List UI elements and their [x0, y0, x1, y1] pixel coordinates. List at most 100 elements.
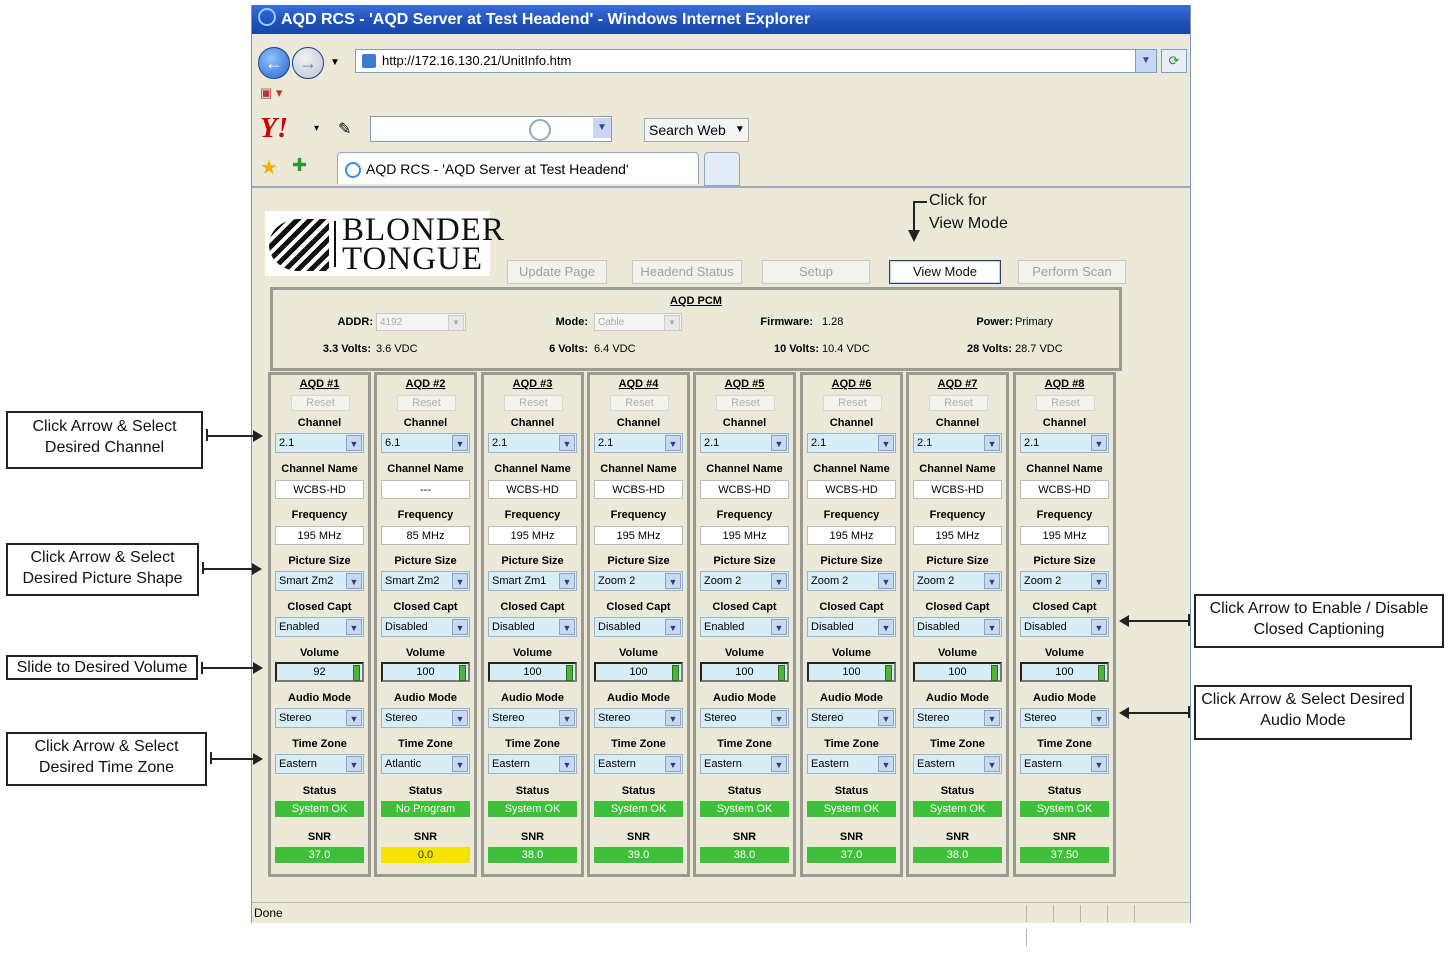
- volume-slider-handle[interactable]: [566, 665, 573, 681]
- time-zone-select[interactable]: Eastern ▼: [275, 754, 364, 774]
- reset-button[interactable]: Reset: [397, 395, 456, 411]
- channel-select[interactable]: 2.1 ▼: [488, 433, 577, 453]
- volume-slider[interactable]: 100: [594, 662, 683, 682]
- volume-slider-handle[interactable]: [459, 665, 466, 681]
- closed-capt-select[interactable]: Enabled ▼: [700, 617, 789, 637]
- picture-size-select[interactable]: Zoom 2 ▼: [913, 571, 1002, 591]
- time-zone-label: Time Zone: [1037, 738, 1092, 750]
- back-button[interactable]: ←: [258, 47, 290, 79]
- refresh-icon[interactable]: ⟳: [1161, 49, 1187, 73]
- audio-mode-select[interactable]: Stereo ▼: [594, 708, 683, 728]
- picture-size-select[interactable]: Zoom 2 ▼: [700, 571, 789, 591]
- picture-size-select[interactable]: Zoom 2 ▼: [594, 571, 683, 591]
- audio-mode-value: Stereo: [598, 712, 631, 724]
- picture-size-select[interactable]: Smart Zm2 ▼: [381, 571, 470, 591]
- forward-button[interactable]: →: [292, 47, 324, 79]
- time-zone-select[interactable]: Eastern ▼: [807, 754, 896, 774]
- closed-capt-select[interactable]: Disabled ▼: [807, 617, 896, 637]
- time-zone-select[interactable]: Eastern ▼: [488, 754, 577, 774]
- address-bar[interactable]: http://172.16.130.21/UnitInfo.htm ▼: [355, 49, 1157, 73]
- closed-capt-label: Closed Capt: [287, 601, 352, 613]
- new-tab-button[interactable]: [704, 152, 740, 186]
- channel-select[interactable]: 2.1 ▼: [700, 433, 789, 453]
- reset-button[interactable]: Reset: [610, 395, 669, 411]
- setup-button[interactable]: Setup: [762, 260, 870, 284]
- volume-slider[interactable]: 100: [488, 662, 577, 682]
- time-zone-select[interactable]: Atlantic ▼: [381, 754, 470, 774]
- picture-size-select[interactable]: Smart Zm2 ▼: [275, 571, 364, 591]
- chevron-down-icon: ▼: [346, 710, 362, 726]
- frequency-label: Frequency: [610, 509, 667, 521]
- volume-slider-handle[interactable]: [672, 665, 679, 681]
- volume-slider[interactable]: 100: [1020, 662, 1109, 682]
- volume-slider[interactable]: 100: [807, 662, 896, 682]
- yahoo-dropdown-icon[interactable]: ▾: [314, 123, 319, 134]
- channel-select[interactable]: 2.1 ▼: [275, 433, 364, 453]
- addr-select[interactable]: 4192 ▼: [376, 313, 466, 331]
- time-zone-select[interactable]: Eastern ▼: [913, 754, 1002, 774]
- volume-slider[interactable]: 92: [275, 662, 364, 682]
- reset-button[interactable]: Reset: [291, 395, 350, 411]
- picture-size-select[interactable]: Zoom 2 ▼: [807, 571, 896, 591]
- volume-slider-handle[interactable]: [991, 665, 998, 681]
- audio-mode-select[interactable]: Stereo ▼: [1020, 708, 1109, 728]
- yahoo-search-input[interactable]: ▼: [370, 116, 612, 142]
- search-dropdown-icon[interactable]: ▼: [593, 118, 611, 138]
- closed-capt-select[interactable]: Disabled ▼: [1020, 617, 1109, 637]
- search-web-button[interactable]: Search Web ▼: [644, 118, 749, 142]
- reset-button[interactable]: Reset: [716, 395, 775, 411]
- add-favorite-icon[interactable]: ✚: [292, 155, 307, 176]
- picture-size-select[interactable]: Smart Zm1 ▼: [488, 571, 577, 591]
- channel-select[interactable]: 2.1 ▼: [913, 433, 1002, 453]
- yahoo-logo-icon[interactable]: Y!: [260, 113, 288, 145]
- v10-value: 10.4 VDC: [822, 343, 870, 355]
- status-text: Done: [254, 906, 283, 920]
- volume-value: 100: [842, 666, 861, 678]
- volume-slider[interactable]: 100: [913, 662, 1002, 682]
- reset-button[interactable]: Reset: [823, 395, 882, 411]
- channel-select[interactable]: 2.1 ▼: [594, 433, 683, 453]
- perform-scan-button[interactable]: Perform Scan: [1018, 260, 1126, 284]
- time-zone-select[interactable]: Eastern ▼: [1020, 754, 1109, 774]
- volume-slider-handle[interactable]: [353, 665, 360, 681]
- volume-slider-handle[interactable]: [885, 665, 892, 681]
- audio-mode-select[interactable]: Stereo ▼: [275, 708, 364, 728]
- pdf-tool-icon[interactable]: ▣ ▾: [260, 85, 282, 101]
- history-dropdown-icon[interactable]: ▼: [330, 57, 340, 68]
- closed-capt-select[interactable]: Disabled ▼: [594, 617, 683, 637]
- tab-aqd-rcs[interactable]: AQD RCS - 'AQD Server at Test Headend': [337, 152, 699, 184]
- audio-mode-select[interactable]: Stereo ▼: [913, 708, 1002, 728]
- closed-capt-label: Closed Capt: [393, 601, 458, 613]
- headend-status-button[interactable]: Headend Status: [632, 260, 742, 284]
- closed-capt-select[interactable]: Disabled ▼: [488, 617, 577, 637]
- reset-button[interactable]: Reset: [929, 395, 988, 411]
- volume-slider-handle[interactable]: [1098, 665, 1105, 681]
- chevron-down-icon: ▼: [878, 435, 894, 451]
- closed-capt-select[interactable]: Disabled ▼: [913, 617, 1002, 637]
- volume-label: Volume: [619, 647, 658, 659]
- audio-mode-select[interactable]: Stereo ▼: [700, 708, 789, 728]
- pencil-icon[interactable]: ✎: [338, 119, 351, 139]
- favorites-star-icon[interactable]: ★: [260, 155, 278, 180]
- time-zone-select[interactable]: Eastern ▼: [594, 754, 683, 774]
- reset-button[interactable]: Reset: [1036, 395, 1095, 411]
- audio-mode-value: Stereo: [704, 712, 737, 724]
- audio-mode-select[interactable]: Stereo ▼: [807, 708, 896, 728]
- mode-select[interactable]: Cable ▼: [594, 313, 682, 331]
- closed-capt-select[interactable]: Disabled ▼: [381, 617, 470, 637]
- update-page-button[interactable]: Update Page: [507, 260, 607, 284]
- volume-slider-handle[interactable]: [778, 665, 785, 681]
- picture-size-select[interactable]: Zoom 2 ▼: [1020, 571, 1109, 591]
- channel-select[interactable]: 6.1 ▼: [381, 433, 470, 453]
- channel-select[interactable]: 2.1 ▼: [807, 433, 896, 453]
- volume-slider[interactable]: 100: [700, 662, 789, 682]
- time-zone-select[interactable]: Eastern ▼: [700, 754, 789, 774]
- view-mode-button[interactable]: View Mode: [889, 260, 1001, 284]
- address-dropdown-icon[interactable]: ▼: [1135, 50, 1156, 72]
- audio-mode-select[interactable]: Stereo ▼: [381, 708, 470, 728]
- audio-mode-select[interactable]: Stereo ▼: [488, 708, 577, 728]
- channel-select[interactable]: 2.1 ▼: [1020, 433, 1109, 453]
- volume-slider[interactable]: 100: [381, 662, 470, 682]
- closed-capt-select[interactable]: Enabled ▼: [275, 617, 364, 637]
- reset-button[interactable]: Reset: [504, 395, 563, 411]
